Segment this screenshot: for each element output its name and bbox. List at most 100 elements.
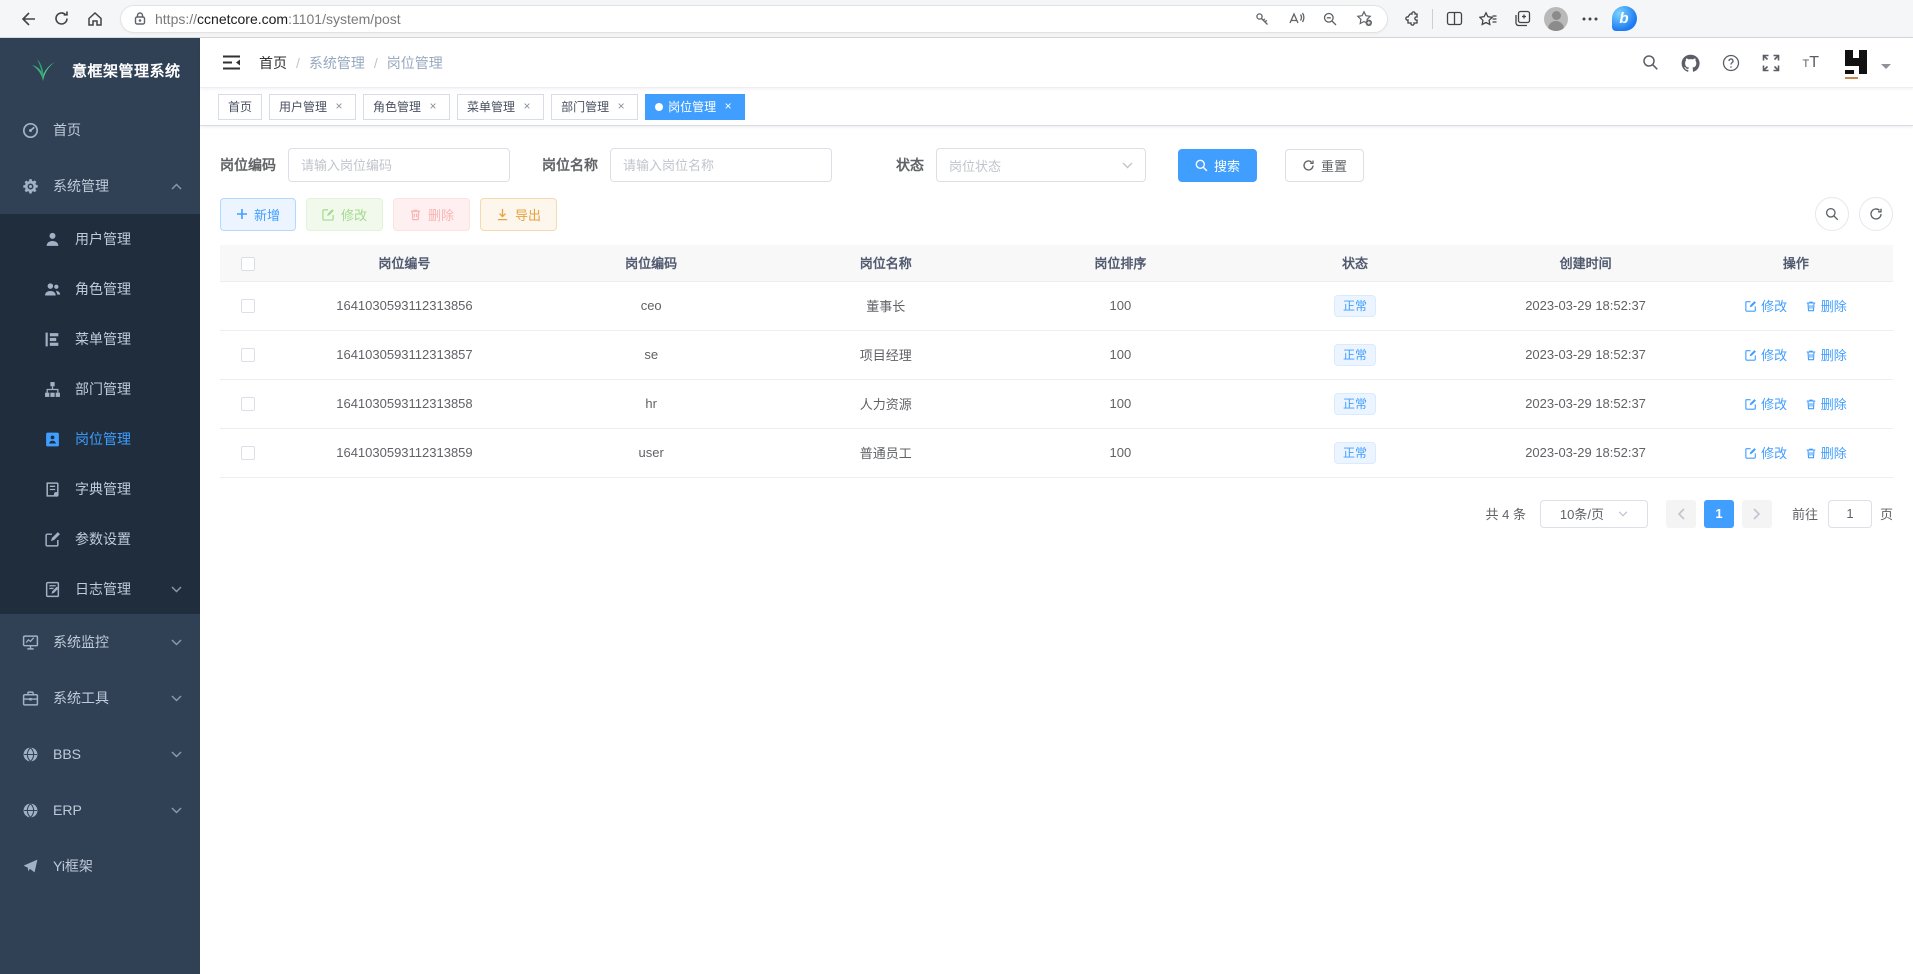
- lock-icon[interactable]: [133, 11, 147, 26]
- url-text[interactable]: https://ccnetcore.com:1101/system/post: [155, 11, 1245, 27]
- refresh-icon: [1869, 207, 1883, 221]
- sidebar-item-post-mgmt[interactable]: 岗位管理: [0, 414, 200, 464]
- fullscreen-icon[interactable]: [1762, 54, 1780, 72]
- close-icon[interactable]: ×: [426, 100, 440, 114]
- table-row[interactable]: 1641030593112313859 user 普通员工 100 正常 202…: [220, 428, 1893, 477]
- tab-user-mgmt[interactable]: 用户管理×: [269, 94, 356, 120]
- export-button[interactable]: 导出: [480, 198, 557, 231]
- github-icon[interactable]: [1681, 54, 1700, 72]
- next-page-button[interactable]: [1742, 500, 1772, 528]
- sidebar-item-user-mgmt[interactable]: 用户管理: [0, 214, 200, 264]
- row-delete-link[interactable]: 删除: [1805, 296, 1847, 315]
- close-icon[interactable]: ×: [332, 100, 346, 114]
- row-edit-link[interactable]: 修改: [1745, 345, 1787, 364]
- help-icon[interactable]: [1722, 54, 1740, 72]
- delete-button[interactable]: 删除: [393, 198, 470, 231]
- extensions-icon[interactable]: [1394, 4, 1428, 34]
- row-checkbox[interactable]: [241, 397, 255, 411]
- gear-icon: [22, 178, 39, 195]
- browser-profile-avatar[interactable]: [1539, 4, 1573, 34]
- font-size-icon[interactable]: TT: [1802, 54, 1819, 72]
- page-size-select[interactable]: 10条/页: [1540, 500, 1648, 528]
- tab-menu-mgmt[interactable]: 菜单管理×: [457, 94, 544, 120]
- sidebar-item-system-tools[interactable]: 系统工具: [0, 670, 200, 726]
- read-aloud-icon[interactable]: [1279, 4, 1313, 34]
- search-button[interactable]: 搜索: [1178, 149, 1257, 182]
- chevron-down-icon: [1618, 511, 1628, 517]
- table-row[interactable]: 1641030593112313857 se 项目经理 100 正常 2023-…: [220, 330, 1893, 379]
- table-row[interactable]: 1641030593112313856 ceo 董事长 100 正常 2023-…: [220, 281, 1893, 330]
- zoom-out-icon[interactable]: [1313, 4, 1347, 34]
- browser-refresh-icon[interactable]: [44, 4, 78, 34]
- tab-post-mgmt[interactable]: 岗位管理×: [645, 94, 745, 120]
- page-number-button[interactable]: 1: [1704, 500, 1734, 528]
- reset-button[interactable]: 重置: [1285, 149, 1364, 182]
- split-screen-icon[interactable]: [1437, 4, 1471, 34]
- sidebar-item-log-mgmt[interactable]: 日志管理: [0, 564, 200, 614]
- breadcrumb-system-mgmt[interactable]: 系统管理: [309, 53, 365, 73]
- row-checkbox[interactable]: [241, 348, 255, 362]
- address-bar[interactable]: https://ccnetcore.com:1101/system/post: [120, 5, 1388, 33]
- sidebar-item-param-settings[interactable]: 参数设置: [0, 514, 200, 564]
- edit-button[interactable]: 修改: [306, 198, 383, 231]
- sidebar-collapse-icon[interactable]: [222, 55, 241, 70]
- prev-page-button[interactable]: [1666, 500, 1696, 528]
- row-edit-link[interactable]: 修改: [1745, 443, 1787, 462]
- row-checkbox[interactable]: [241, 446, 255, 460]
- collections-icon[interactable]: [1505, 4, 1539, 34]
- col-post-name: 岗位名称: [768, 245, 1003, 281]
- toolbar-divider: [1432, 9, 1433, 29]
- avatar-image: [1841, 46, 1875, 80]
- post-name-input[interactable]: [623, 158, 819, 173]
- copilot-icon[interactable]: b: [1607, 4, 1641, 34]
- sidebar-item-dept-mgmt[interactable]: 部门管理: [0, 364, 200, 414]
- sidebar-item-home[interactable]: 首页: [0, 102, 200, 158]
- browser-back-icon[interactable]: [10, 4, 44, 34]
- close-icon[interactable]: ×: [520, 100, 534, 114]
- sidebar-item-dict-mgmt[interactable]: 字典管理: [0, 464, 200, 514]
- goto-page-input[interactable]: [1828, 500, 1872, 528]
- trash-icon: [1805, 398, 1817, 410]
- leaf-logo-icon: [28, 57, 58, 83]
- refresh-table-button[interactable]: [1859, 197, 1893, 231]
- edit-icon: [322, 208, 335, 221]
- row-checkbox[interactable]: [241, 299, 255, 313]
- trash-icon: [409, 208, 422, 221]
- tab-home[interactable]: 首页: [218, 94, 262, 120]
- row-edit-link[interactable]: 修改: [1745, 296, 1787, 315]
- favorites-icon[interactable]: [1471, 4, 1505, 34]
- add-button[interactable]: 新增: [220, 198, 296, 231]
- table-row[interactable]: 1641030593112313858 hr 人力资源 100 正常 2023-…: [220, 379, 1893, 428]
- close-icon[interactable]: ×: [721, 100, 735, 114]
- sidebar-item-role-mgmt[interactable]: 角色管理: [0, 264, 200, 314]
- sidebar-item-yi-framework[interactable]: Yi框架: [0, 838, 200, 894]
- sidebar-item-system-mgmt[interactable]: 系统管理: [0, 158, 200, 214]
- sidebar-item-erp[interactable]: ERP: [0, 782, 200, 838]
- row-edit-link[interactable]: 修改: [1745, 394, 1787, 413]
- sidebar-item-menu-mgmt[interactable]: 菜单管理: [0, 314, 200, 364]
- row-delete-link[interactable]: 删除: [1805, 443, 1847, 462]
- password-key-icon[interactable]: [1245, 4, 1279, 34]
- row-delete-link[interactable]: 删除: [1805, 394, 1847, 413]
- browser-home-icon[interactable]: [78, 4, 112, 34]
- post-name-input-wrap: [610, 148, 832, 182]
- sidebar-item-system-monitor[interactable]: 系统监控: [0, 614, 200, 670]
- status-select[interactable]: 岗位状态: [936, 148, 1146, 182]
- tab-role-mgmt[interactable]: 角色管理×: [363, 94, 450, 120]
- sidebar-item-bbs[interactable]: BBS: [0, 726, 200, 782]
- chevron-up-icon: [171, 183, 182, 190]
- tab-dept-mgmt[interactable]: 部门管理×: [551, 94, 638, 120]
- download-icon: [496, 208, 509, 221]
- header-search-icon[interactable]: [1642, 54, 1659, 71]
- status-badge: 正常: [1334, 295, 1376, 317]
- row-delete-link[interactable]: 删除: [1805, 345, 1847, 364]
- post-code-input[interactable]: [301, 158, 497, 173]
- add-favorite-icon[interactable]: [1347, 4, 1381, 34]
- close-icon[interactable]: ×: [614, 100, 628, 114]
- user-avatar[interactable]: [1841, 46, 1891, 80]
- breadcrumb-home[interactable]: 首页: [259, 53, 287, 73]
- toggle-search-button[interactable]: [1815, 197, 1849, 231]
- col-status: 状态: [1238, 245, 1473, 281]
- select-all-checkbox[interactable]: [241, 257, 255, 271]
- browser-menu-icon[interactable]: [1573, 4, 1607, 34]
